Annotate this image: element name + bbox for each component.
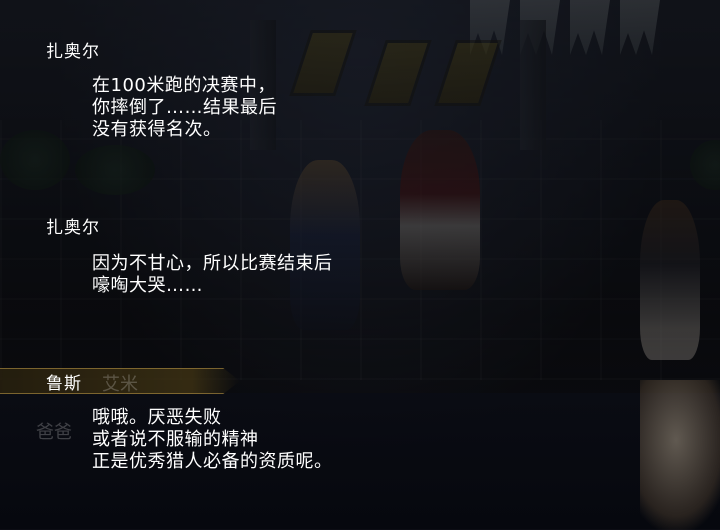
dialogue-line: 或者说不服输的精神 [92,429,259,450]
dialogue-line: 哦哦。厌恶失败 [92,407,222,428]
speaker-name: 扎奥尔 [46,218,100,238]
nameplate-ghost-text: 艾米 [102,374,138,395]
dialogue-line: 没有获得名次。 [92,119,222,140]
dialogue-line: 嚎啕大哭…… [92,275,203,296]
ghost-speaker-text: 爸爸 [36,422,72,443]
dialogue-line: 你摔倒了……结果最后 [92,97,277,118]
character-portrait [640,380,720,530]
speaker-name: 鲁斯 [46,374,82,394]
speaker-name: 扎奥尔 [46,42,100,62]
dialogue-line: 因为不甘心，所以比赛结束后 [92,253,333,274]
dialogue-line: 正是优秀猎人必备的资质呢。 [92,451,333,472]
dialogue-line: 在100米跑的决赛中， [92,75,276,96]
